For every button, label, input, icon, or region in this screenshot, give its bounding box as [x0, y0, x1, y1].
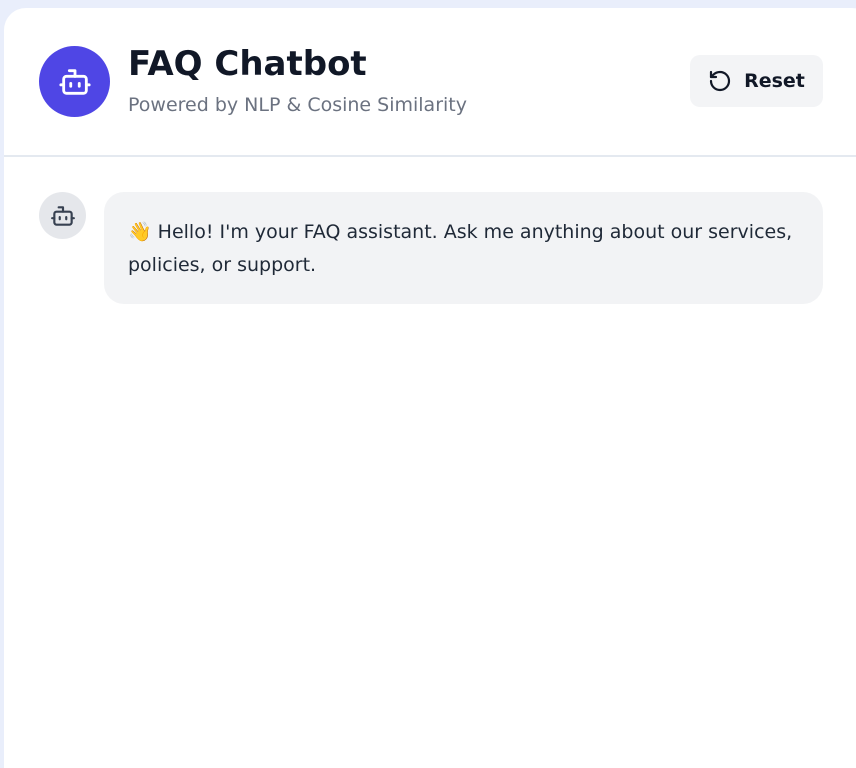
rotate-ccw-icon	[709, 70, 731, 92]
chatbot-logo	[39, 46, 110, 117]
chat-header: FAQ Chatbot Powered by NLP & Cosine Simi…	[4, 8, 856, 157]
reset-button-label: Reset	[744, 70, 805, 92]
bot-avatar	[39, 192, 86, 239]
bot-message-bubble: 👋 Hello! I'm your FAQ assistant. Ask me a…	[104, 192, 823, 304]
bot-message-text: Hello! I'm your FAQ assistant. Ask me an…	[128, 221, 793, 276]
robot-icon	[50, 205, 75, 226]
chat-card: FAQ Chatbot Powered by NLP & Cosine Simi…	[4, 8, 856, 768]
waving-hand-icon: 👋	[128, 221, 152, 243]
reset-button[interactable]: Reset	[690, 55, 823, 107]
page-subtitle: Powered by NLP & Cosine Similarity	[128, 94, 467, 116]
page-title: FAQ Chatbot	[128, 44, 367, 84]
robot-icon	[58, 68, 91, 95]
bot-message: 👋 Hello! I'm your FAQ assistant. Ask me a…	[128, 216, 799, 282]
